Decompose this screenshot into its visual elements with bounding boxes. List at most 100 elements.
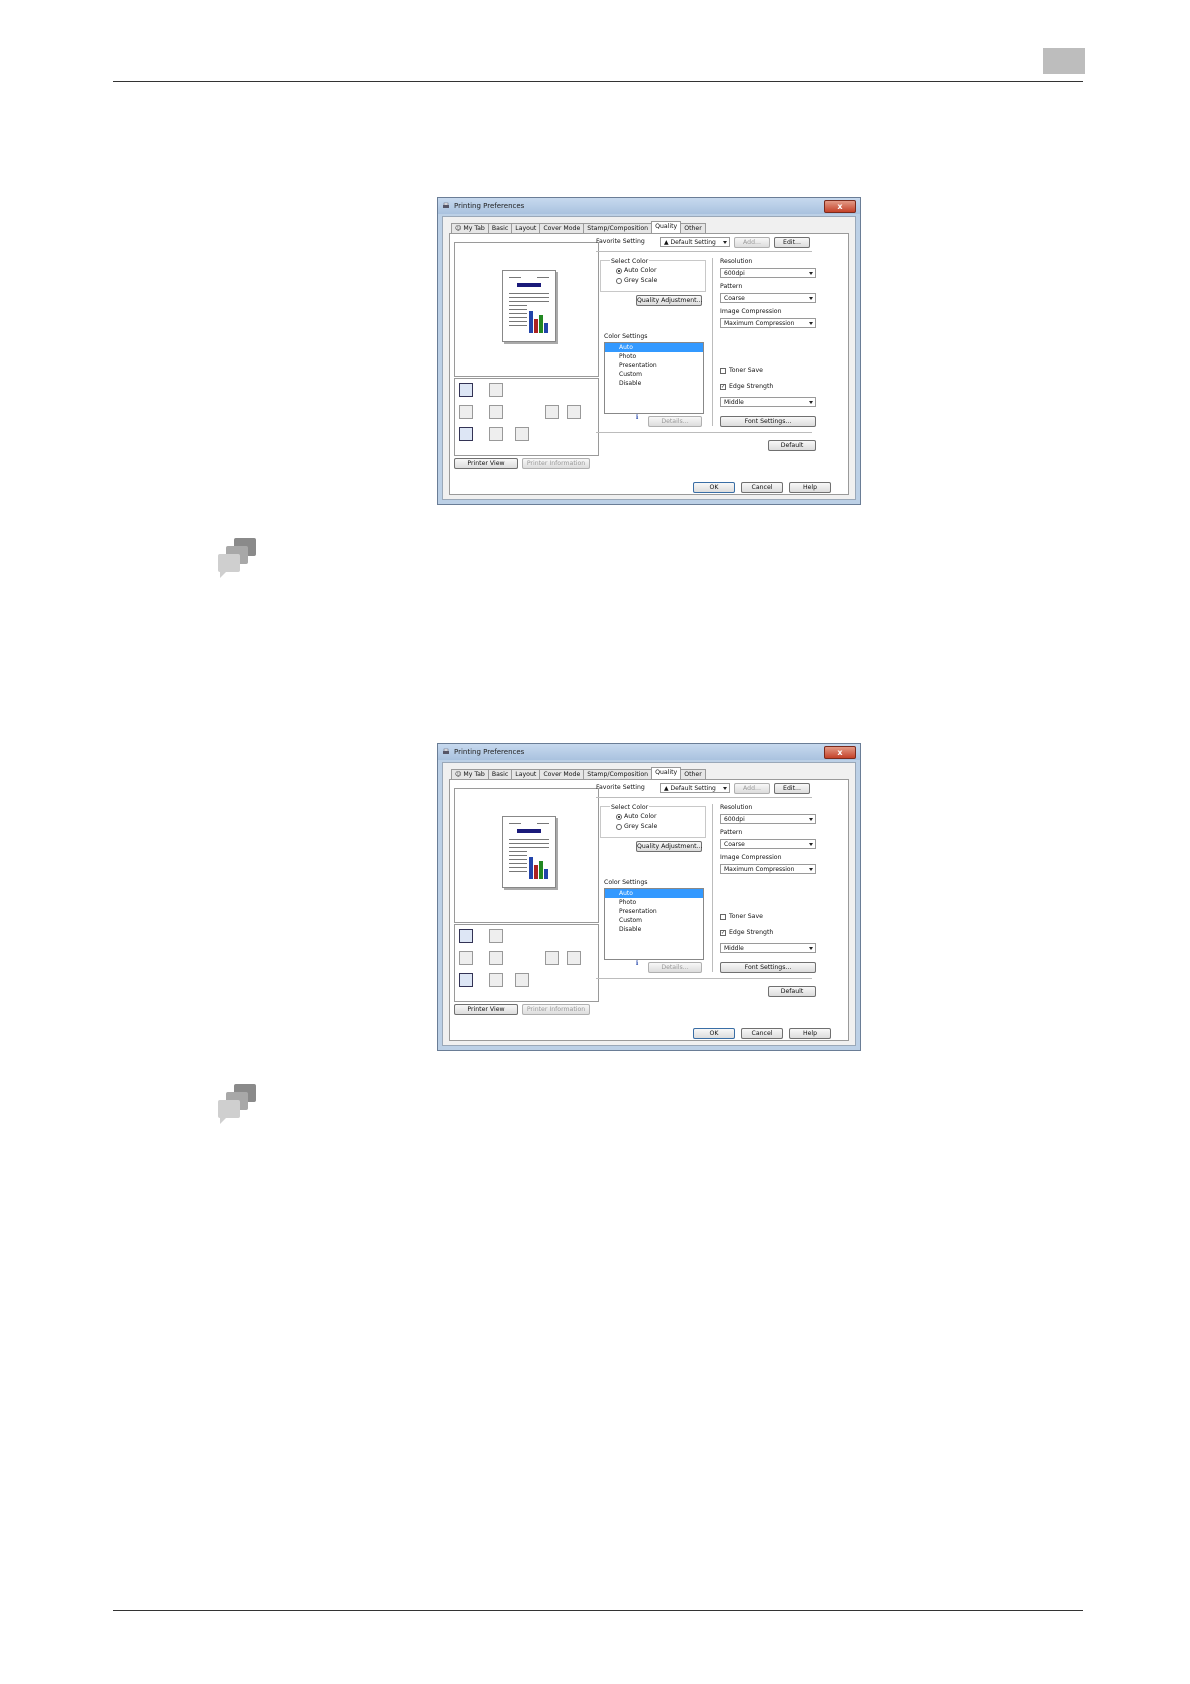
- quality-adjustment-button[interactable]: Quality Adjustment...: [636, 841, 703, 852]
- finisher-icon[interactable]: [515, 427, 529, 441]
- default-button[interactable]: Default: [768, 440, 816, 451]
- paper-icon[interactable]: [545, 951, 559, 965]
- grey-scale-radio[interactable]: [616, 278, 622, 284]
- list-item[interactable]: Auto: [605, 343, 703, 352]
- font-settings-button[interactable]: Font Settings...: [720, 416, 816, 427]
- duplex-icon[interactable]: [459, 951, 473, 965]
- edge-strength-select[interactable]: Middle: [720, 943, 816, 953]
- list-item[interactable]: Presentation: [605, 361, 703, 370]
- resolution-select[interactable]: 600dpi: [720, 268, 816, 278]
- quality-adjustment-button[interactable]: Quality Adjustment...: [636, 295, 703, 306]
- paper-icon[interactable]: [545, 405, 559, 419]
- toner-save-label: Toner Save: [729, 367, 763, 374]
- favorite-setting-select[interactable]: ▲ Default Setting: [660, 783, 730, 793]
- list-item[interactable]: Photo: [605, 898, 703, 907]
- output-icon[interactable]: [459, 383, 473, 397]
- image-compression-label: Image Compression: [720, 308, 782, 315]
- output-icon[interactable]: [459, 929, 473, 943]
- cancel-button[interactable]: Cancel: [741, 1028, 783, 1039]
- printer-information-button[interactable]: Printer Information: [522, 1004, 590, 1015]
- auto-color-radio[interactable]: [616, 268, 622, 274]
- toner-save-checkbox[interactable]: [720, 368, 726, 374]
- printer-information-button[interactable]: Printer Information: [522, 458, 590, 469]
- cancel-button[interactable]: Cancel: [741, 482, 783, 493]
- font-settings-button[interactable]: Font Settings...: [720, 962, 816, 973]
- resolution-label: Resolution: [720, 804, 753, 811]
- chevron-down-icon: [809, 322, 813, 325]
- dialog-footer: OK Cancel Help: [443, 482, 855, 494]
- list-item[interactable]: Auto: [605, 889, 703, 898]
- list-item[interactable]: Custom: [605, 370, 703, 379]
- image-compression-select[interactable]: Maximum Compression: [720, 318, 816, 328]
- edit-button[interactable]: Edit...: [774, 783, 810, 794]
- chevron-down-icon: [809, 868, 813, 871]
- details-button[interactable]: Details...: [648, 416, 702, 427]
- dialog-titlebar: Printing Preferences x: [438, 198, 860, 214]
- separator: [596, 251, 812, 252]
- auto-color-radio[interactable]: [616, 814, 622, 820]
- color-settings-list[interactable]: Auto Photo Presentation Custom Disable: [604, 342, 704, 414]
- list-item[interactable]: Photo: [605, 352, 703, 361]
- tray-icon[interactable]: [567, 951, 581, 965]
- printer-view-button[interactable]: Printer View: [454, 458, 518, 469]
- device-icon[interactable]: [459, 973, 473, 987]
- chevron-down-icon: [809, 272, 813, 275]
- add-button[interactable]: Add...: [734, 783, 770, 794]
- print-preview: [454, 788, 599, 923]
- image-compression-select[interactable]: Maximum Compression: [720, 864, 816, 874]
- favorite-setting-select[interactable]: ▲ Default Setting: [660, 237, 730, 247]
- vertical-separator: [712, 804, 713, 972]
- network-icon[interactable]: [489, 973, 503, 987]
- favorite-setting-label: Favorite Setting: [596, 784, 645, 791]
- copies-icon[interactable]: [489, 929, 503, 943]
- staple-icon[interactable]: [489, 951, 503, 965]
- tray-icon[interactable]: [567, 405, 581, 419]
- printer-view-button[interactable]: Printer View: [454, 1004, 518, 1015]
- toner-save-checkbox[interactable]: [720, 914, 726, 920]
- duplex-icon[interactable]: [459, 405, 473, 419]
- edge-strength-checkbox[interactable]: ✓: [720, 930, 726, 936]
- document-preview-icon: [502, 270, 556, 342]
- resolution-select[interactable]: 600dpi: [720, 814, 816, 824]
- separator: [596, 797, 812, 798]
- dialog-titlebar: Printing Preferences x: [438, 744, 860, 760]
- separator: [596, 432, 812, 433]
- footer-rule: [113, 1610, 1083, 1611]
- printer-icon: [443, 748, 449, 754]
- pattern-select[interactable]: Coarse: [720, 293, 816, 303]
- finisher-icon[interactable]: [515, 973, 529, 987]
- printer-icon: [443, 202, 449, 208]
- ok-button[interactable]: OK: [693, 1028, 735, 1039]
- grey-scale-radio[interactable]: [616, 824, 622, 830]
- chevron-down-icon: [723, 787, 727, 790]
- close-button[interactable]: x: [824, 200, 856, 213]
- list-item[interactable]: Disable: [605, 379, 703, 388]
- ok-button[interactable]: OK: [693, 482, 735, 493]
- close-button[interactable]: x: [824, 746, 856, 759]
- staple-icon[interactable]: [489, 405, 503, 419]
- add-button[interactable]: Add...: [734, 237, 770, 248]
- tab-panel: Printer View Printer Information Favorit…: [449, 779, 849, 1041]
- device-icon[interactable]: [459, 427, 473, 441]
- color-settings-list[interactable]: Auto Photo Presentation Custom Disable: [604, 888, 704, 960]
- details-button[interactable]: Details...: [648, 962, 702, 973]
- auto-color-label: Auto Color: [624, 813, 657, 820]
- document-preview-icon: [502, 816, 556, 888]
- edit-button[interactable]: Edit...: [774, 237, 810, 248]
- list-item[interactable]: Disable: [605, 925, 703, 934]
- grey-scale-label: Grey Scale: [624, 823, 658, 830]
- copies-icon[interactable]: [489, 383, 503, 397]
- help-button[interactable]: Help: [789, 482, 831, 493]
- edge-strength-checkbox[interactable]: ✓: [720, 384, 726, 390]
- help-button[interactable]: Help: [789, 1028, 831, 1039]
- network-icon[interactable]: [489, 427, 503, 441]
- chevron-down-icon: [809, 297, 813, 300]
- dialog-body: ☺ My Tab Basic Layout Cover Mode Stamp/C…: [442, 762, 856, 1046]
- list-item[interactable]: Custom: [605, 916, 703, 925]
- tab-panel: Printer View Printer Information Favorit…: [449, 233, 849, 495]
- list-item[interactable]: Presentation: [605, 907, 703, 916]
- default-button[interactable]: Default: [768, 986, 816, 997]
- chevron-down-icon: [809, 401, 813, 404]
- edge-strength-select[interactable]: Middle: [720, 397, 816, 407]
- pattern-select[interactable]: Coarse: [720, 839, 816, 849]
